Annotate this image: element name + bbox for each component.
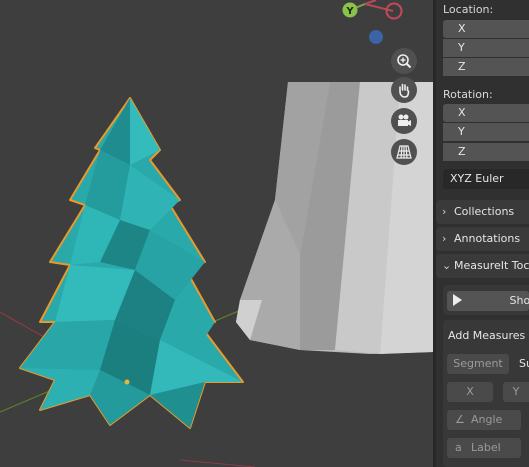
show-button-label: Show bbox=[509, 294, 529, 307]
chevron-down-icon: ⌄ bbox=[442, 259, 452, 272]
chevron-right-icon: › bbox=[442, 232, 447, 245]
location-label: Location: bbox=[443, 3, 494, 16]
y-button[interactable]: Y bbox=[503, 382, 529, 402]
zoom-icon[interactable] bbox=[391, 48, 417, 74]
angle-button-label: Angle bbox=[471, 413, 503, 426]
hand-pan-icon[interactable] bbox=[391, 77, 417, 103]
rotation-label: Rotation: bbox=[443, 88, 493, 101]
rotation-mode-select[interactable]: XYZ Euler bbox=[443, 169, 529, 189]
camera-icon[interactable] bbox=[391, 108, 417, 134]
collections-panel-header[interactable]: › Collections bbox=[436, 200, 529, 224]
rotation-x-field[interactable]: X bbox=[443, 104, 529, 122]
location-y-field[interactable]: Y bbox=[443, 39, 529, 57]
play-icon bbox=[453, 294, 462, 306]
rotation-y-field[interactable]: Y bbox=[443, 123, 529, 141]
3d-viewport[interactable]: Y bbox=[0, 0, 436, 467]
location-z-field[interactable]: Z bbox=[443, 58, 529, 76]
annotations-label: Annotations bbox=[454, 232, 521, 245]
angle-button[interactable]: ∠ Angle bbox=[447, 410, 521, 430]
segment-side-text: Su bbox=[519, 357, 529, 370]
gizmo-y-label: Y bbox=[345, 6, 354, 17]
rotation-z-field[interactable]: Z bbox=[443, 143, 529, 161]
annotations-panel-header[interactable]: › Annotations bbox=[436, 227, 529, 251]
perspective-grid-icon[interactable] bbox=[391, 139, 417, 165]
collections-label: Collections bbox=[454, 205, 515, 218]
tree-object bbox=[19, 97, 244, 429]
scene-render: Y bbox=[0, 0, 433, 467]
gizmo-neg-x-axis bbox=[385, 2, 403, 20]
label-button[interactable]: a Label bbox=[447, 438, 521, 458]
chevron-right-icon: › bbox=[442, 205, 447, 218]
navigation-gizmo: Y bbox=[342, 0, 403, 44]
show-button[interactable]: Show bbox=[447, 291, 529, 311]
x-button[interactable]: X bbox=[447, 382, 493, 402]
add-measures-label: Add Measures bbox=[448, 329, 526, 342]
measureit-panel-header[interactable]: ⌄ MeasureIt Toc bbox=[436, 254, 529, 278]
label-icon: a bbox=[455, 441, 462, 454]
location-x-field[interactable]: X bbox=[443, 20, 529, 38]
gizmo-neg-z-axis bbox=[369, 30, 383, 44]
segment-button[interactable]: Segment bbox=[447, 354, 509, 374]
origin-dot bbox=[124, 379, 130, 385]
label-button-label: Label bbox=[471, 441, 501, 454]
angle-icon: ∠ bbox=[455, 413, 465, 426]
measureit-label: MeasureIt Toc bbox=[454, 259, 529, 272]
